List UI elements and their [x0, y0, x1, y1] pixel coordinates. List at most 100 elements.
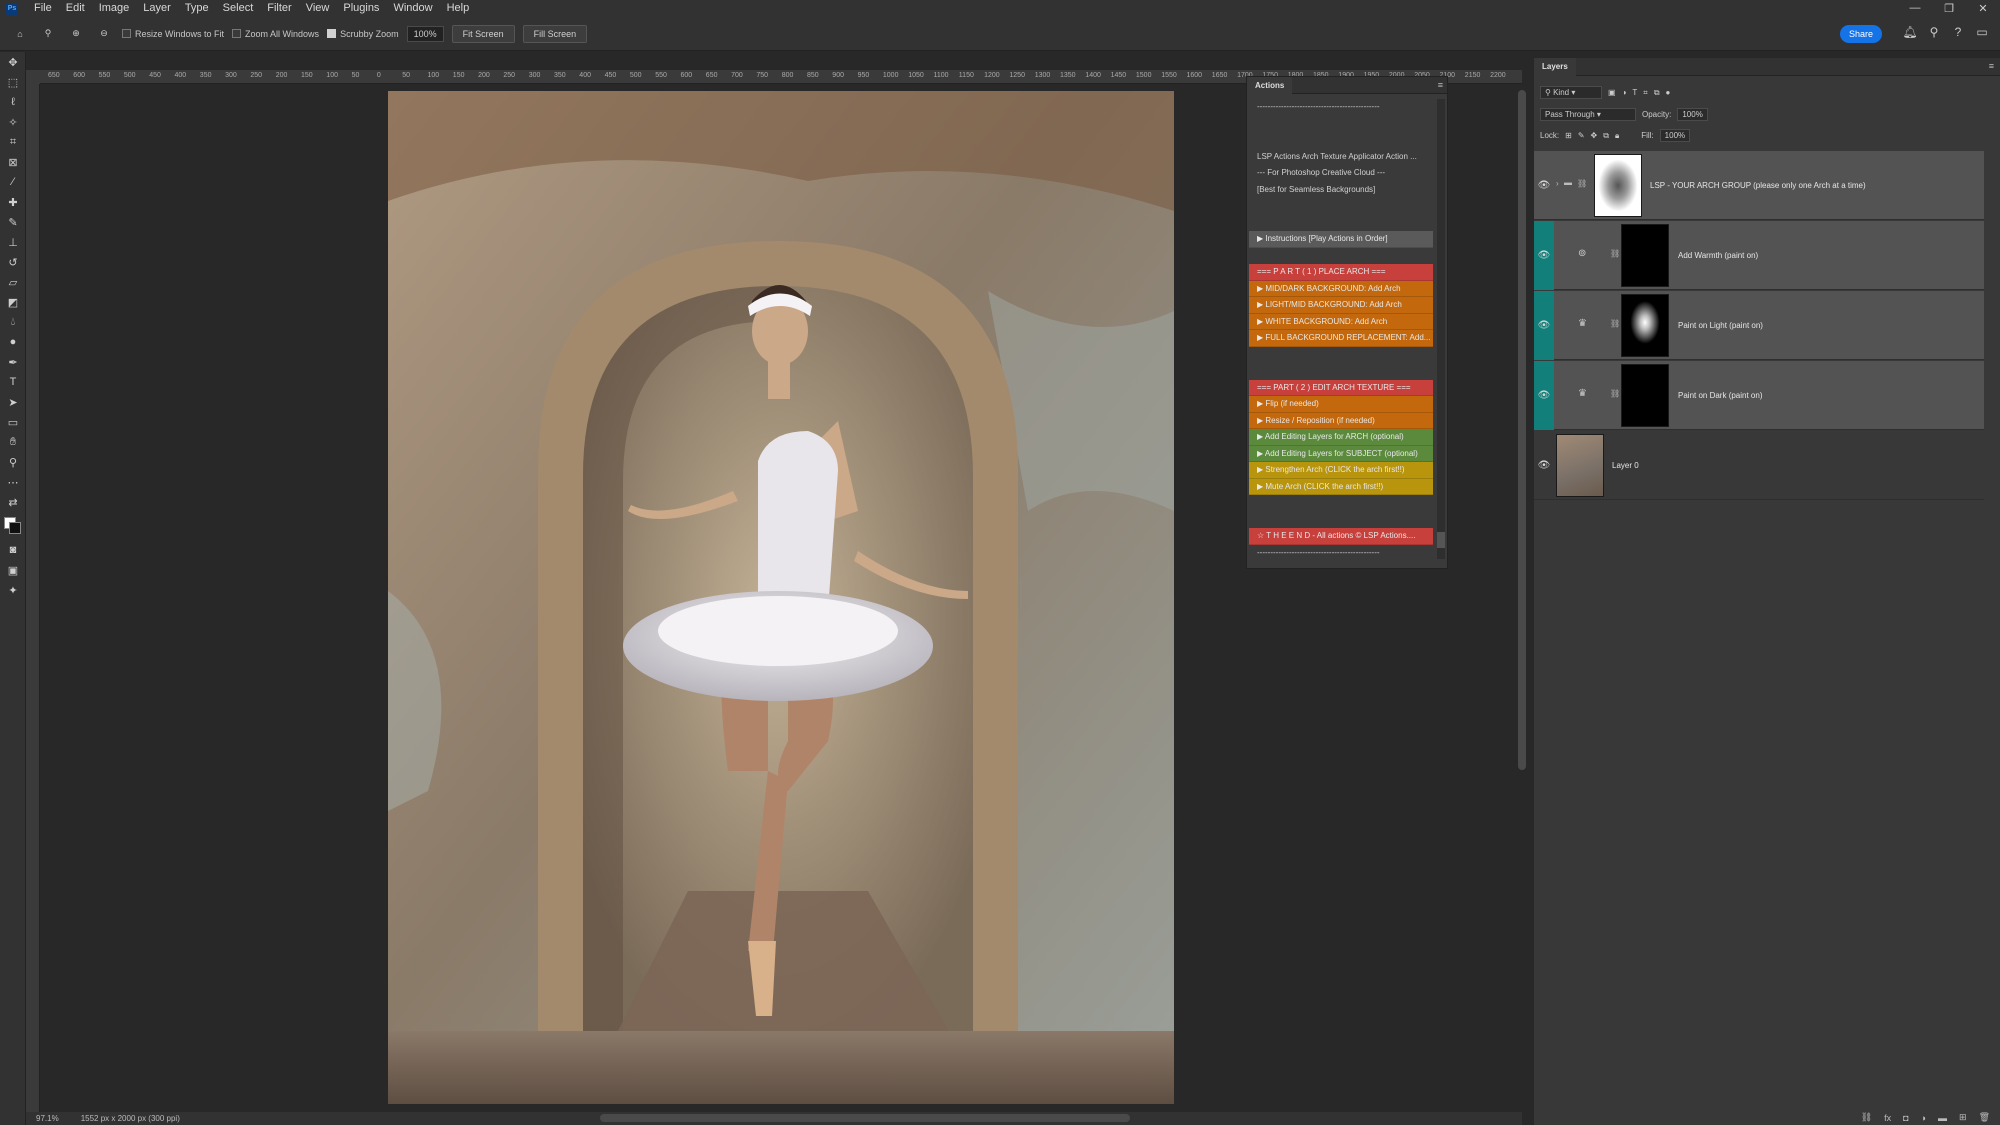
action-row[interactable]: === PART ( 2 ) EDIT ARCH TEXTURE ===: [1249, 379, 1433, 396]
close-icon[interactable]: ✕: [1966, 2, 2000, 15]
action-row[interactable]: ▶ LIGHT/MID BACKGROUND: Add Arch: [1249, 297, 1433, 314]
search-icon[interactable]: ⚲: [1926, 24, 1942, 40]
screen-mode-icon[interactable]: ▣: [0, 560, 26, 580]
action-row[interactable]: ▶ Resize / Reposition (if needed): [1249, 412, 1433, 429]
home-icon[interactable]: ⌂: [10, 24, 30, 44]
new-layer-icon[interactable]: ⊞: [1959, 1112, 1967, 1123]
menu-layer[interactable]: Layer: [136, 0, 178, 17]
fill-field[interactable]: 100%: [1659, 129, 1691, 142]
blend-mode-select[interactable]: Pass Through ▾: [1540, 108, 1636, 121]
path-selection-tool-icon[interactable]: ➤: [0, 392, 26, 412]
action-row[interactable]: ▶ Add Editing Layers for SUBJECT (option…: [1249, 445, 1433, 462]
zoom-tool-icon[interactable]: ⚲: [38, 24, 58, 44]
actions-scrollbar-track[interactable]: [1437, 99, 1445, 559]
delete-layer-icon[interactable]: 🗑︎: [1979, 1112, 1990, 1123]
action-row[interactable]: [1249, 247, 1433, 264]
zoom-readout[interactable]: 97.1%: [36, 1114, 59, 1123]
menu-filter[interactable]: Filter: [260, 0, 298, 17]
layer-pixel-thumbnail[interactable]: [1556, 434, 1604, 497]
menu-select[interactable]: Select: [216, 0, 261, 17]
action-row[interactable]: ▶ Flip (if needed): [1249, 396, 1433, 413]
visibility-eye-icon[interactable]: 👁︎: [1534, 291, 1554, 360]
actions-scrollbar-thumb[interactable]: [1437, 532, 1445, 548]
action-row[interactable]: ▶ Mute Arch (CLICK the arch first!!): [1249, 478, 1433, 495]
layer-row-group[interactable]: 👁︎ › ▬ ⛓︎ LSP - YOUR ARCH GROUP (please …: [1534, 151, 1984, 220]
lock-pixels-icon[interactable]: ✎: [1578, 131, 1585, 140]
zoom-percent-field[interactable]: 100%: [406, 25, 444, 42]
action-row[interactable]: ▶ Strengthen Arch (CLICK the arch first!…: [1249, 462, 1433, 479]
layer-name[interactable]: Add Warmth (paint on): [1678, 251, 1758, 260]
menu-file[interactable]: File: [27, 0, 59, 17]
vertical-scrollbar[interactable]: [1518, 90, 1526, 770]
action-row[interactable]: --- For Photoshop Creative Cloud ---: [1249, 165, 1433, 182]
action-row[interactable]: [Best for Seamless Backgrounds]: [1249, 181, 1433, 198]
color-swatches[interactable]: [0, 512, 26, 540]
action-row[interactable]: ▶ Instructions [Play Actions in Order]: [1249, 231, 1433, 248]
action-row[interactable]: ☆ T H E E N D - All actions © LSP Action…: [1249, 528, 1433, 545]
layer-style-icon[interactable]: fx: [1884, 1113, 1891, 1123]
layer-name[interactable]: LSP - YOUR ARCH GROUP (please only one A…: [1650, 181, 1866, 190]
mask-link-icon[interactable]: ⛓︎: [1610, 249, 1620, 258]
magic-wand-tool-icon[interactable]: ✧: [0, 112, 26, 132]
layer-row-paint-on-light[interactable]: 👁︎ ♛ ⛓︎ Paint on Light (paint on): [1534, 291, 1984, 360]
visibility-eye-icon[interactable]: 👁︎: [1534, 151, 1554, 220]
canvas-image[interactable]: [388, 91, 1174, 1104]
help-icon[interactable]: ?: [1950, 24, 1966, 40]
layer-mask-thumbnail[interactable]: [1621, 364, 1669, 427]
mask-link-icon[interactable]: ⛓︎: [1610, 319, 1620, 328]
menu-help[interactable]: Help: [440, 0, 477, 17]
new-group-icon[interactable]: ▬: [1938, 1113, 1947, 1123]
menu-edit[interactable]: Edit: [59, 0, 92, 17]
swap-colors-icon[interactable]: ⇄: [0, 492, 26, 512]
horizontal-scrollbar[interactable]: [600, 1114, 1130, 1122]
frame-tool-icon[interactable]: ⊠: [0, 152, 26, 172]
healing-tool-icon[interactable]: ✚: [0, 192, 26, 212]
resize-windows-option[interactable]: Resize Windows to Fit: [122, 29, 224, 39]
action-row[interactable]: [1249, 214, 1433, 231]
tab-actions[interactable]: Actions: [1247, 77, 1293, 94]
type-tool-icon[interactable]: T: [0, 372, 26, 392]
kind-filter-select[interactable]: ⚲ Kind ▾: [1540, 86, 1602, 99]
zoom-out-icon[interactable]: ⊖: [94, 24, 114, 44]
filter-type-icon[interactable]: T: [1632, 88, 1637, 97]
marquee-tool-icon[interactable]: ⬚: [0, 72, 26, 92]
gradient-tool-icon[interactable]: ◩: [0, 292, 26, 312]
lock-all-icon[interactable]: 🔒︎: [1615, 131, 1619, 141]
generative-icon[interactable]: ✦: [0, 580, 26, 600]
menu-image[interactable]: Image: [92, 0, 137, 17]
bell-icon[interactable]: 🔔︎: [1902, 24, 1918, 40]
resize-windows-checkbox[interactable]: [122, 29, 131, 38]
link-layers-icon[interactable]: ⛓︎: [1861, 1112, 1872, 1123]
lock-transparent-icon[interactable]: ⊞: [1565, 131, 1572, 140]
menu-view[interactable]: View: [299, 0, 337, 17]
action-row[interactable]: LSP Actions Arch Texture Applicator Acti…: [1249, 148, 1433, 165]
action-row[interactable]: [1249, 198, 1433, 215]
action-row[interactable]: ▶ WHITE BACKGROUND: Add Arch: [1249, 313, 1433, 330]
action-row[interactable]: === P A R T ( 1 ) PLACE ARCH ===: [1249, 264, 1433, 281]
layer-name[interactable]: Paint on Dark (paint on): [1678, 391, 1763, 400]
menu-plugins[interactable]: Plugins: [336, 0, 386, 17]
action-row[interactable]: [1249, 495, 1433, 512]
visibility-eye-icon[interactable]: 👁︎: [1534, 361, 1554, 430]
move-tool-icon[interactable]: ✥: [0, 52, 26, 72]
layers-panel-menu-icon[interactable]: ≡: [1989, 61, 1994, 71]
filter-toggle-icon[interactable]: ●: [1666, 88, 1671, 97]
filter-smart-object-icon[interactable]: ⧉: [1654, 88, 1660, 98]
lasso-tool-icon[interactable]: ℓ: [0, 92, 26, 112]
action-row[interactable]: ▶ Add Editing Layers for ARCH (optional): [1249, 429, 1433, 446]
scrubby-zoom-option[interactable]: Scrubby Zoom: [327, 29, 399, 39]
action-row[interactable]: [1249, 363, 1433, 380]
eraser-tool-icon[interactable]: ▱: [0, 272, 26, 292]
visibility-eye-icon[interactable]: 👁︎: [1534, 221, 1554, 290]
more-tools-icon[interactable]: ⋯: [0, 472, 26, 492]
lock-position-icon[interactable]: ✥: [1591, 131, 1598, 140]
pen-tool-icon[interactable]: ✒: [0, 352, 26, 372]
mask-link-icon[interactable]: ⛓︎: [1610, 389, 1620, 398]
layer-name[interactable]: Layer 0: [1612, 461, 1639, 470]
mask-link-icon[interactable]: ⛓︎: [1577, 179, 1587, 188]
filter-adjustment-icon[interactable]: ◑: [1622, 88, 1627, 97]
layer-row-paint-on-dark[interactable]: 👁︎ ♛ ⛓︎ Paint on Dark (paint on): [1534, 361, 1984, 430]
layer-mask-thumbnail[interactable]: [1621, 224, 1669, 287]
restore-icon[interactable]: ❐: [1932, 2, 1966, 15]
action-row[interactable]: [1249, 132, 1433, 149]
